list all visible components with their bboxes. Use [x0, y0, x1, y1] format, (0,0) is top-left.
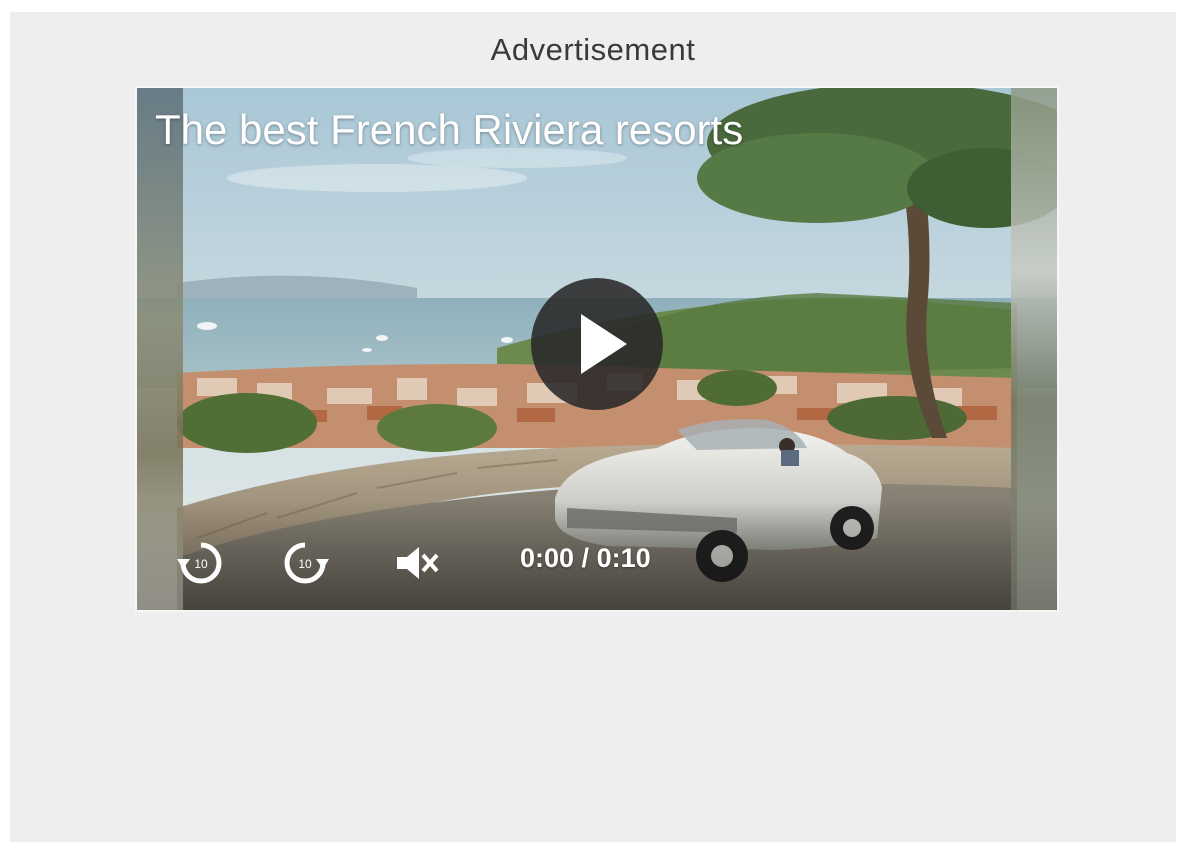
forward-seconds-label: 10: [298, 557, 312, 571]
mute-button[interactable]: [387, 535, 443, 591]
play-icon: [581, 314, 627, 374]
play-button[interactable]: [531, 278, 663, 410]
advertisement-label: Advertisement: [490, 32, 696, 67]
rewind-10-icon: 10: [177, 542, 222, 584]
duration: 0:10: [596, 543, 651, 573]
forward-10-button[interactable]: 10: [277, 535, 333, 591]
advertisement-panel: Advertisement The best French Riviera re…: [10, 12, 1176, 842]
video-ad-player[interactable]: The best French Riviera resorts 10 10 0:…: [137, 88, 1057, 610]
video-title: The best French Riviera resorts: [155, 106, 744, 153]
speaker-muted-icon: [397, 547, 439, 579]
forward-10-icon: 10: [284, 542, 329, 584]
video-frame[interactable]: The best French Riviera resorts 10 10 0:…: [137, 88, 1057, 610]
current-time: 0:00: [520, 543, 575, 573]
time-display: 0:00 / 0:10: [520, 543, 651, 574]
rewind-seconds-label: 10: [194, 557, 208, 571]
rewind-10-button[interactable]: 10: [173, 535, 229, 591]
time-separator: /: [574, 543, 597, 573]
